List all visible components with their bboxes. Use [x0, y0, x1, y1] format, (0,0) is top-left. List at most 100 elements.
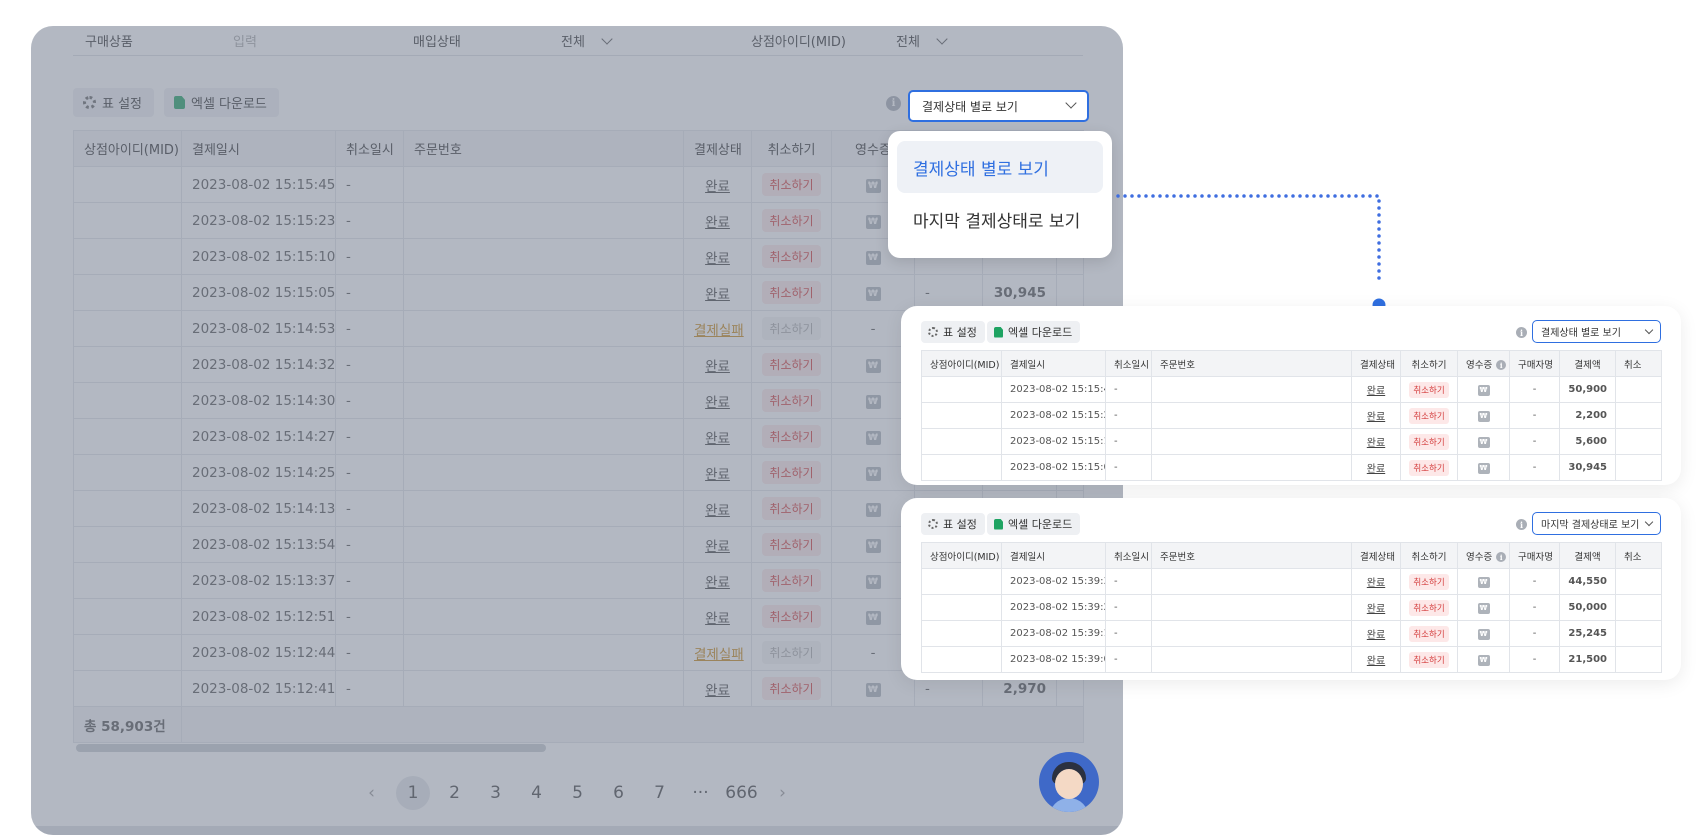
receipt-icon[interactable]: ₩: [865, 467, 881, 481]
col-order-no[interactable]: 주문번호: [1151, 350, 1352, 377]
table-settings-button[interactable]: 표 설정: [73, 88, 155, 117]
pay-status-link[interactable]: 완료: [705, 575, 730, 591]
receipt-icon[interactable]: ₩: [865, 251, 881, 265]
receipt-icon[interactable]: ₩: [1477, 628, 1490, 640]
cancel-button[interactable]: 취소하기: [762, 533, 821, 556]
pay-status-link[interactable]: 완료: [705, 683, 730, 699]
cancel-button[interactable]: 취소하기: [1409, 599, 1449, 616]
view-mode-select[interactable]: 마지막 결제상태로 보기: [1532, 512, 1661, 535]
filter-purchase-status-select[interactable]: 전체: [561, 31, 613, 50]
page-6[interactable]: 6: [598, 776, 639, 810]
col-amount[interactable]: 결제액: [1559, 542, 1616, 569]
filter-mid-select[interactable]: 전체: [896, 31, 948, 50]
cancel-button[interactable]: 취소하기: [1409, 651, 1449, 668]
chat-support-button[interactable]: [1039, 752, 1099, 812]
col-cancel-date[interactable]: 취소일시: [335, 130, 404, 167]
page-5[interactable]: 5: [557, 776, 598, 810]
receipt-icon[interactable]: ₩: [865, 539, 881, 553]
pay-status-link[interactable]: 완료: [705, 503, 730, 519]
receipt-icon[interactable]: ₩: [1477, 654, 1490, 666]
receipt-icon[interactable]: ₩: [865, 359, 881, 373]
cancel-button[interactable]: 취소하기: [762, 497, 821, 520]
pay-status-link[interactable]: 완료: [705, 215, 730, 231]
dropdown-option-last-status[interactable]: 마지막 결제상태로 보기: [897, 193, 1103, 245]
receipt-icon[interactable]: ₩: [865, 611, 881, 625]
cancel-button[interactable]: 취소하기: [1409, 625, 1449, 642]
col-pay-status[interactable]: 결제상태: [1351, 542, 1401, 569]
col-pay-date[interactable]: 결제일시: [181, 130, 336, 167]
info-icon[interactable]: i: [1516, 519, 1527, 530]
receipt-icon[interactable]: ₩: [1477, 462, 1490, 474]
pay-status-link[interactable]: 완료: [705, 251, 730, 267]
pay-status-link[interactable]: 완료: [705, 467, 730, 483]
receipt-icon[interactable]: ₩: [1477, 602, 1490, 614]
col-receipt[interactable]: 영수증 i: [1457, 542, 1510, 569]
view-mode-select[interactable]: 결제상태 별로 보기: [908, 90, 1089, 122]
cancel-button[interactable]: 취소하기: [762, 677, 821, 700]
page-4[interactable]: 4: [516, 776, 557, 810]
col-pay-status[interactable]: 결제상태: [683, 130, 752, 167]
col-buyer[interactable]: 구매자명: [1509, 542, 1560, 569]
filter-product-input[interactable]: 입력: [233, 31, 257, 50]
receipt-icon[interactable]: ₩: [1477, 410, 1490, 422]
pay-status-link[interactable]: 완료: [1367, 438, 1385, 449]
pay-status-link[interactable]: 완료: [705, 611, 730, 627]
cancel-button[interactable]: 취소하기: [1409, 407, 1449, 424]
cancel-button[interactable]: 취소하기: [762, 605, 821, 628]
info-icon[interactable]: i: [886, 96, 901, 111]
cancel-button[interactable]: 취소하기: [762, 353, 821, 376]
col-mid[interactable]: 상점아이디(MID): [73, 130, 182, 167]
receipt-icon[interactable]: ₩: [865, 179, 881, 193]
page-666[interactable]: 666: [721, 776, 762, 810]
page-1[interactable]: 1: [396, 776, 430, 810]
col-order-no[interactable]: 주문번호: [403, 130, 684, 167]
next-page-button[interactable]: ›: [762, 776, 803, 810]
receipt-icon[interactable]: ₩: [865, 575, 881, 589]
receipt-icon[interactable]: ₩: [865, 503, 881, 517]
pay-status-link[interactable]: 완료: [1367, 464, 1385, 475]
cancel-button[interactable]: 취소하기: [1409, 573, 1449, 590]
horizontal-scrollbar[interactable]: [76, 744, 546, 752]
receipt-icon[interactable]: ₩: [865, 395, 881, 409]
pay-status-link[interactable]: 완료: [1367, 630, 1385, 641]
prev-page-button[interactable]: ‹: [351, 776, 392, 810]
cancel-button[interactable]: 취소하기: [1409, 459, 1449, 476]
pay-status-link[interactable]: 완료: [705, 359, 730, 375]
pay-status-link[interactable]: 완료: [1367, 386, 1385, 397]
cancel-button[interactable]: 취소하기: [1409, 433, 1449, 450]
view-mode-select[interactable]: 결제상태 별로 보기: [1532, 320, 1661, 343]
pay-status-link[interactable]: 완료: [705, 431, 730, 447]
cancel-button[interactable]: 취소하기: [762, 569, 821, 592]
pay-status-link[interactable]: 결제실패: [694, 647, 744, 663]
pay-status-link[interactable]: 완료: [705, 539, 730, 555]
col-receipt[interactable]: 영수증 i: [1457, 350, 1510, 377]
col-mid[interactable]: 상점아이디(MID): [921, 350, 1002, 377]
col-pay-date[interactable]: 결제일시: [1001, 542, 1106, 569]
receipt-icon[interactable]: ₩: [865, 683, 881, 697]
receipt-icon[interactable]: ₩: [865, 215, 881, 229]
cancel-button[interactable]: 취소하기: [762, 209, 821, 232]
excel-download-button[interactable]: 엑셀 다운로드: [987, 321, 1081, 343]
col-buyer[interactable]: 구매자명: [1509, 350, 1560, 377]
pay-status-link[interactable]: 완료: [705, 395, 730, 411]
cancel-button[interactable]: 취소하기: [762, 173, 821, 196]
pay-status-link[interactable]: 완료: [1367, 656, 1385, 667]
col-amount[interactable]: 결제액: [1559, 350, 1616, 377]
col-cancel[interactable]: 취소하기: [1400, 350, 1458, 377]
info-icon[interactable]: i: [1496, 360, 1507, 370]
pay-status-link[interactable]: 완료: [1367, 412, 1385, 423]
cancel-button[interactable]: 취소하기: [762, 389, 821, 412]
cancel-button[interactable]: 취소하기: [762, 281, 821, 304]
col-cancel[interactable]: 취소하기: [751, 130, 832, 167]
excel-download-button[interactable]: 엑셀 다운로드: [164, 88, 279, 117]
page-7[interactable]: 7: [639, 776, 680, 810]
info-icon[interactable]: i: [1516, 327, 1527, 338]
pay-status-link[interactable]: 결제실패: [694, 323, 744, 339]
page-3[interactable]: 3: [475, 776, 516, 810]
col-mid[interactable]: 상점아이디(MID): [921, 542, 1002, 569]
receipt-icon[interactable]: ₩: [865, 431, 881, 445]
pay-status-link[interactable]: 완료: [1367, 604, 1385, 615]
col-cancel-date[interactable]: 취소일시: [1105, 542, 1152, 569]
cancel-button[interactable]: 취소하기: [1409, 381, 1449, 398]
cancel-button[interactable]: 취소하기: [762, 461, 821, 484]
